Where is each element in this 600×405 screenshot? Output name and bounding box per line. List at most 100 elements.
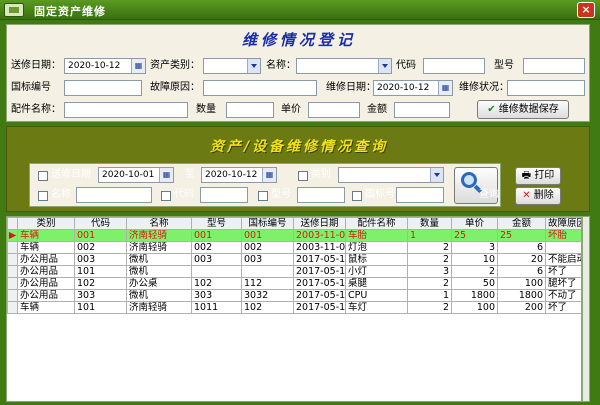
query-button[interactable]: 查询 xyxy=(454,167,499,204)
table-row[interactable]: 车辆 101 济南轻骑 1011 102 2017-05-10 车灯 2 100… xyxy=(7,301,581,314)
date-from-field[interactable]: 2020-10-01 ▦ xyxy=(98,167,174,183)
table-cell[interactable]: 1800 xyxy=(451,289,498,302)
table-cell[interactable]: 10 xyxy=(451,253,498,266)
table-cell[interactable]: 办公用品 xyxy=(17,277,75,290)
table-cell[interactable]: 1 xyxy=(407,229,452,242)
table-cell[interactable]: 001 xyxy=(191,229,242,242)
table-cell[interactable]: 2 xyxy=(407,301,452,314)
chevron-down-icon[interactable] xyxy=(430,168,443,182)
repair-status-field[interactable] xyxy=(507,80,585,96)
amount-field[interactable] xyxy=(394,102,450,118)
repair-date-field[interactable]: 2020-10-12 ▦ xyxy=(64,58,146,74)
table-cell[interactable]: 6 xyxy=(497,241,546,254)
table-cell[interactable]: 坏了 xyxy=(545,265,581,278)
table-cell[interactable]: 112 xyxy=(241,277,294,290)
grid-vertical-scrollbar[interactable] xyxy=(582,216,590,402)
column-header[interactable]: 单价 xyxy=(451,217,498,230)
table-cell[interactable]: 101 xyxy=(74,265,127,278)
model-field[interactable] xyxy=(523,58,585,74)
table-cell[interactable]: 济南轻骑 xyxy=(126,229,192,242)
chevron-down-icon[interactable] xyxy=(247,59,260,73)
calendar-icon[interactable]: ▦ xyxy=(438,81,452,95)
table-cell[interactable]: 303 xyxy=(191,289,242,302)
table-row[interactable]: 车辆 002 济南轻骑 002 002 2003-11-05 灯泡 2 3 6 xyxy=(7,241,581,254)
unit-price-field[interactable] xyxy=(308,102,360,118)
table-cell[interactable]: 25 xyxy=(497,229,546,242)
table-cell[interactable]: 灯泡 xyxy=(345,241,408,254)
table-cell[interactable]: 坏了 xyxy=(545,301,581,314)
table-cell[interactable]: 2 xyxy=(451,265,498,278)
table-cell[interactable]: 102 xyxy=(191,277,242,290)
table-cell[interactable]: 102 xyxy=(241,301,294,314)
table-cell[interactable]: 车胎 xyxy=(345,229,408,242)
column-header[interactable]: 送修日期 xyxy=(293,217,346,230)
table-row[interactable]: 办公用品 303 微机 303 3032 2017-05-10 CPU 1 18… xyxy=(7,289,581,302)
table-cell[interactable]: 100 xyxy=(451,301,498,314)
table-cell[interactable]: 3032 xyxy=(241,289,294,302)
column-header[interactable]: 型号 xyxy=(191,217,242,230)
calendar-icon[interactable]: ▦ xyxy=(159,168,173,182)
table-cell[interactable]: 腿坏了 xyxy=(545,277,581,290)
chevron-down-icon[interactable] xyxy=(378,59,391,73)
table-cell[interactable]: 002 xyxy=(191,241,242,254)
table-row[interactable]: 办公用品 101 微机 2017-05-10 小灯 3 2 6 坏了 xyxy=(7,265,581,278)
table-cell[interactable]: 2017-05-10 xyxy=(293,277,346,290)
table-row[interactable]: 办公用品 102 办公桌 102 112 2017-05-10 桌腿 2 50 … xyxy=(7,277,581,290)
column-header[interactable]: 故障原因 xyxy=(545,217,581,230)
table-cell[interactable]: 2 xyxy=(407,241,452,254)
table-cell[interactable]: 2017-05-10 xyxy=(293,253,346,266)
table-cell[interactable] xyxy=(191,265,242,278)
fault-reason-field[interactable] xyxy=(203,80,317,96)
table-row[interactable]: 办公用品 003 微机 003 003 2017-05-10 鼠标 2 10 2… xyxy=(7,253,581,266)
table-cell[interactable]: 坏胎 xyxy=(545,229,581,242)
part-name-field[interactable] xyxy=(64,102,188,118)
table-cell[interactable]: 2017-05-10 xyxy=(293,289,346,302)
table-cell[interactable]: 办公用品 xyxy=(17,265,75,278)
calendar-icon[interactable]: ▦ xyxy=(131,59,145,73)
delete-button[interactable]: ✕ 删除 xyxy=(515,187,561,205)
table-cell[interactable]: 1011 xyxy=(191,301,242,314)
table-cell[interactable]: 50 xyxy=(451,277,498,290)
table-cell[interactable] xyxy=(241,265,294,278)
column-header[interactable]: 代码 xyxy=(74,217,127,230)
table-cell[interactable]: 2017-05-10 xyxy=(293,301,346,314)
repair-date-checkbox[interactable] xyxy=(38,171,48,181)
table-cell[interactable]: 济南轻骑 xyxy=(126,241,192,254)
table-cell[interactable]: 003 xyxy=(241,253,294,266)
table-cell[interactable]: 办公用品 xyxy=(17,289,75,302)
repair-date2-field[interactable]: 2020-10-12 ▦ xyxy=(373,80,453,96)
table-cell[interactable]: 办公用品 xyxy=(17,253,75,266)
table-cell[interactable]: 车辆 xyxy=(17,301,75,314)
table-cell[interactable]: 3 xyxy=(451,241,498,254)
table-cell[interactable]: 微机 xyxy=(126,289,192,302)
model-checkbox[interactable] xyxy=(258,191,268,201)
national-code-checkbox[interactable] xyxy=(352,191,362,201)
table-cell[interactable]: 2017-05-10 xyxy=(293,265,346,278)
table-cell[interactable]: 1 xyxy=(407,289,452,302)
column-header[interactable]: 类别 xyxy=(17,217,75,230)
category-select[interactable] xyxy=(338,167,444,183)
table-row[interactable]: ▶ 车辆 001 济南轻骑 001 001 2003-11-04 车胎 1 25… xyxy=(7,229,581,242)
table-cell[interactable]: 2003-11-05 xyxy=(293,241,346,254)
table-cell[interactable]: 3 xyxy=(407,265,452,278)
table-cell[interactable]: 车辆 xyxy=(17,229,75,242)
national-code-field[interactable] xyxy=(64,80,142,96)
table-cell[interactable]: 001 xyxy=(74,229,127,242)
table-cell[interactable]: 303 xyxy=(74,289,127,302)
table-cell[interactable]: 003 xyxy=(74,253,127,266)
calendar-icon[interactable]: ▦ xyxy=(262,168,276,182)
table-cell[interactable]: 25 xyxy=(451,229,498,242)
category-checkbox[interactable] xyxy=(298,171,308,181)
print-button[interactable]: 🖶 打印 xyxy=(515,167,561,185)
table-cell[interactable]: 1800 xyxy=(497,289,546,302)
table-cell[interactable]: 2003-11-04 xyxy=(293,229,346,242)
table-cell[interactable]: 002 xyxy=(74,241,127,254)
date-to-field[interactable]: 2020-10-12 ▦ xyxy=(201,167,277,183)
table-cell[interactable]: 6 xyxy=(497,265,546,278)
close-button[interactable]: × xyxy=(577,2,595,18)
table-cell[interactable]: 003 xyxy=(191,253,242,266)
table-cell[interactable]: 2 xyxy=(407,277,452,290)
table-cell[interactable]: 桌腿 xyxy=(345,277,408,290)
table-cell[interactable]: 101 xyxy=(74,301,127,314)
quantity-field[interactable] xyxy=(226,102,274,118)
